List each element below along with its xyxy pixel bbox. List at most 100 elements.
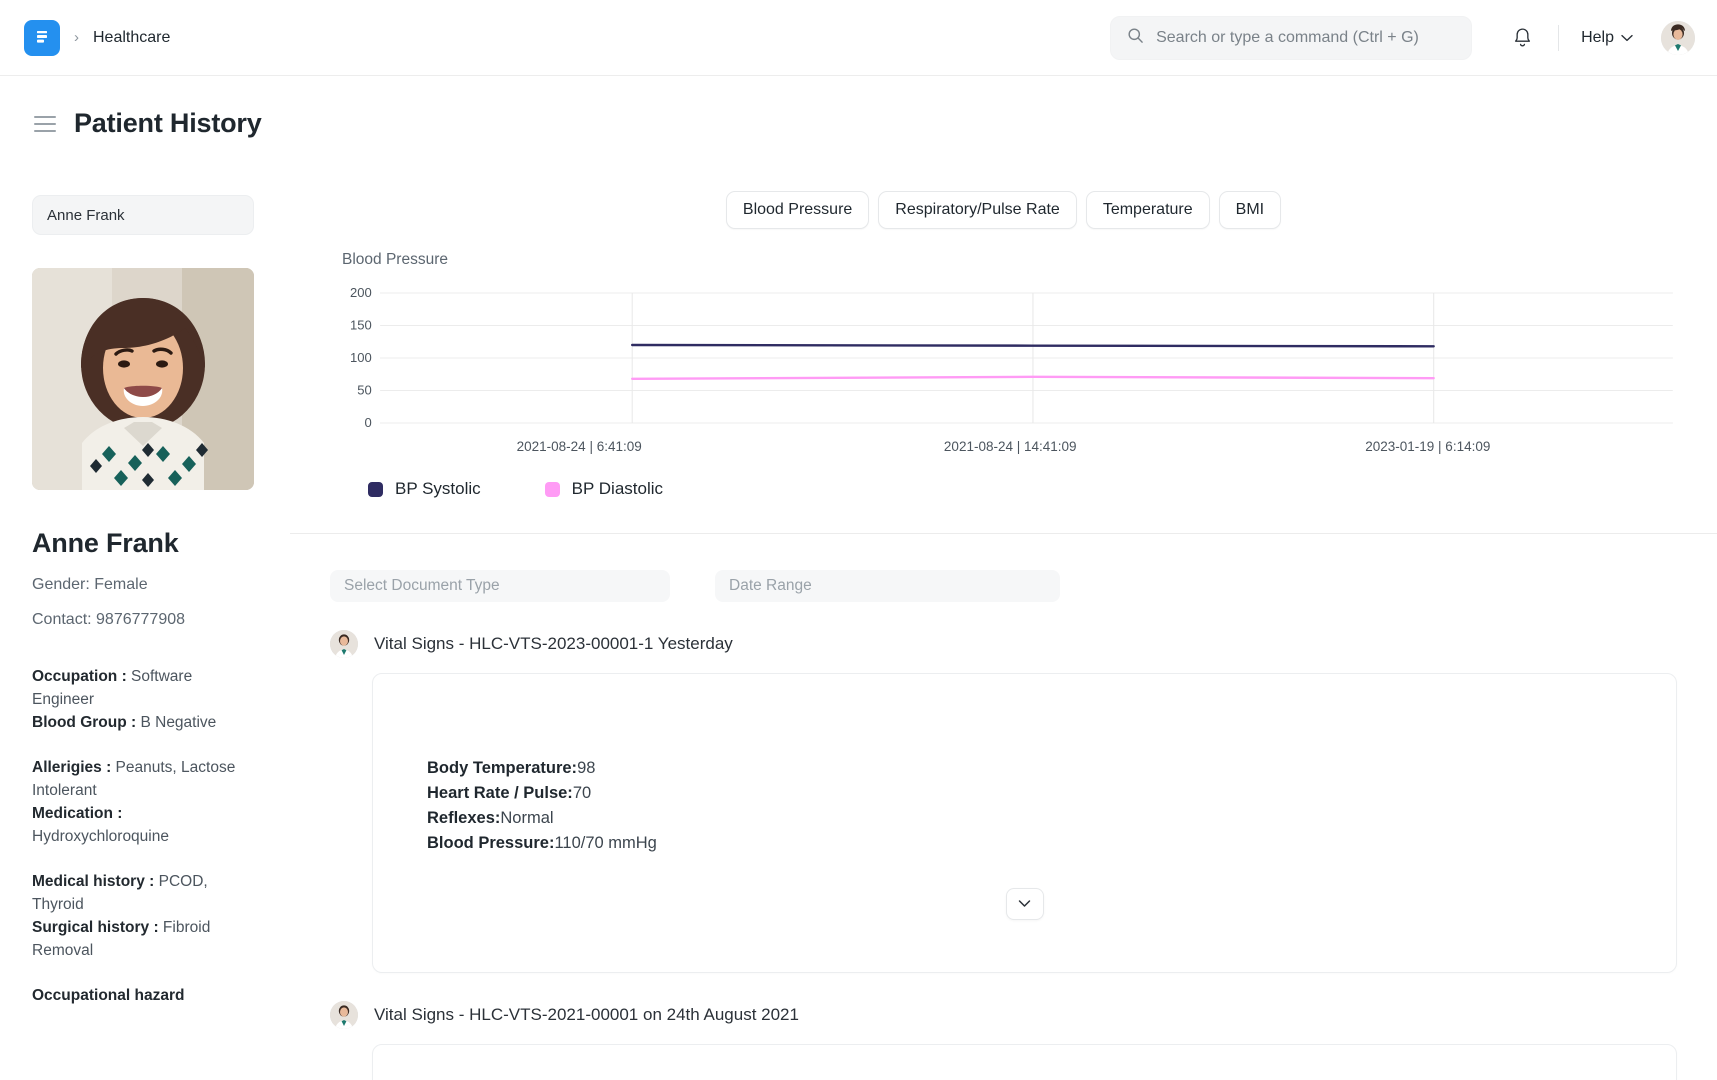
- vital-blood-pressure: Blood Pressure:110/70 mmHg: [427, 831, 1676, 856]
- patient-gender: Gender: Female: [32, 576, 290, 594]
- help-label: Help: [1581, 29, 1614, 47]
- vital-reflexes: Reflexes:Normal: [427, 806, 1676, 831]
- navbar-divider: [1558, 25, 1559, 51]
- vital-reflexes-value: Normal: [500, 809, 553, 827]
- patient-detail-group-1: Occupation : Software Engineer Blood Gro…: [32, 665, 290, 734]
- svg-text:0: 0: [365, 415, 372, 430]
- detail-medication-value: Hydroxychloroquine: [32, 828, 169, 845]
- detail-medication: Medication : Hydroxychloroquine: [32, 802, 247, 848]
- practitioner-avatar: [330, 1001, 358, 1029]
- detail-occupation-label: Occupation :: [32, 668, 127, 685]
- detail-occupational-hazard-label: Occupational hazard: [32, 987, 184, 1004]
- vital-heart-rate-value: 70: [573, 784, 591, 802]
- expand-record-button-1[interactable]: [1006, 888, 1044, 920]
- blood-pressure-chart: 200 150 100 50 0: [330, 287, 1677, 437]
- tab-blood-pressure[interactable]: Blood Pressure: [726, 191, 869, 229]
- vitals-list-1: Body Temperature:98 Heart Rate / Pulse:7…: [373, 674, 1676, 856]
- breadcrumb-healthcare[interactable]: Healthcare: [93, 29, 170, 47]
- vital-blood-pressure-value: 110/70 mmHg: [554, 834, 656, 852]
- detail-allergies: Allerigies : Peanuts, Lactose Intolerant: [32, 756, 247, 802]
- patient-photo: [32, 268, 254, 490]
- vital-heart-rate: Heart Rate / Pulse:70: [427, 781, 1676, 806]
- tab-respiratory-pulse-rate[interactable]: Respiratory/Pulse Rate: [878, 191, 1077, 229]
- svg-text:100: 100: [350, 350, 372, 365]
- search-icon: [1127, 27, 1144, 49]
- legend-item-systolic[interactable]: BP Systolic: [368, 479, 481, 499]
- legend-label-systolic: BP Systolic: [395, 479, 481, 499]
- chart-svg: 200 150 100 50 0: [330, 287, 1677, 437]
- chevron-down-icon: [1018, 895, 1031, 913]
- bell-icon[interactable]: [1502, 18, 1542, 58]
- vital-body-temperature: Body Temperature:98: [427, 756, 1676, 781]
- brand-breadcrumb: › Healthcare: [24, 20, 170, 56]
- chart-legend: BP Systolic BP Diastolic: [368, 479, 1677, 499]
- patient-detail-group-3: Medical history : PCOD, Thyroid Surgical…: [32, 870, 290, 962]
- breadcrumb-separator: ›: [72, 30, 81, 45]
- detail-medical-history-label: Medical history :: [32, 873, 154, 890]
- svg-text:150: 150: [350, 318, 372, 333]
- vitals-chart-section: Blood Pressure Respiratory/Pulse Rate Te…: [290, 161, 1717, 534]
- date-range-input[interactable]: Date Range: [715, 570, 1060, 602]
- detail-surgical-history-label: Surgical history :: [32, 919, 159, 936]
- vital-body-temperature-label: Body Temperature:: [427, 759, 577, 777]
- document-type-placeholder: Select Document Type: [344, 577, 500, 595]
- vital-blood-pressure-label: Blood Pressure:: [427, 834, 554, 852]
- tab-bmi[interactable]: BMI: [1219, 191, 1281, 229]
- document-type-select[interactable]: Select Document Type: [330, 570, 670, 602]
- detail-allergies-label: Allerigies :: [32, 759, 111, 776]
- vitals-tab-bar: Blood Pressure Respiratory/Pulse Rate Te…: [330, 191, 1677, 229]
- legend-label-diastolic: BP Diastolic: [572, 479, 663, 499]
- detail-surgical-history: Surgical history : Fibroid Removal: [32, 916, 247, 962]
- svg-text:50: 50: [357, 383, 372, 398]
- detail-medication-label: Medication :: [32, 805, 122, 822]
- record-filters: Select Document Type Date Range: [290, 534, 1717, 602]
- vital-heart-rate-label: Heart Rate / Pulse:: [427, 784, 573, 802]
- detail-blood-group-label: Blood Group :: [32, 714, 136, 731]
- search-placeholder-text: Search or type a command (Ctrl + G): [1156, 29, 1419, 47]
- detail-blood-group-value: B Negative: [136, 714, 216, 731]
- patient-detail-group-4: Occupational hazard: [32, 984, 290, 1007]
- record-card-1: Body Temperature:98 Heart Rate / Pulse:7…: [372, 673, 1677, 973]
- record-card-2: [372, 1044, 1677, 1080]
- legend-item-diastolic[interactable]: BP Diastolic: [545, 479, 663, 499]
- legend-swatch-diastolic: [545, 482, 560, 497]
- navbar-right-group: Search or type a command (Ctrl + G) Help: [1110, 16, 1695, 60]
- detail-occupational-hazard: Occupational hazard: [32, 984, 247, 1007]
- svg-text:200: 200: [350, 287, 372, 300]
- tab-temperature[interactable]: Temperature: [1086, 191, 1210, 229]
- vital-body-temperature-value: 98: [577, 759, 595, 777]
- x-tick-2: 2023-01-19 | 6:14:09: [1365, 439, 1490, 454]
- x-tick-1: 2021-08-24 | 14:41:09: [944, 439, 1077, 454]
- avatar[interactable]: [1661, 21, 1695, 55]
- date-range-placeholder: Date Range: [729, 577, 812, 595]
- record-title-2: Vital Signs - HLC-VTS-2021-00001 on 24th…: [374, 1005, 799, 1025]
- record-header-1[interactable]: Vital Signs - HLC-VTS-2023-00001-1 Yeste…: [330, 630, 1677, 658]
- vital-reflexes-label: Reflexes:: [427, 809, 500, 827]
- record-header-2[interactable]: Vital Signs - HLC-VTS-2021-00001 on 24th…: [330, 1001, 1677, 1029]
- hamburger-menu-icon[interactable]: [34, 116, 56, 132]
- detail-blood-group: Blood Group : B Negative: [32, 711, 247, 734]
- erpnext-logo-icon[interactable]: [24, 20, 60, 56]
- chart-x-axis-labels: 2021-08-24 | 6:41:09 2021-08-24 | 14:41:…: [330, 439, 1677, 461]
- record-item-2: Vital Signs - HLC-VTS-2021-00001 on 24th…: [330, 1001, 1677, 1080]
- detail-medical-history: Medical history : PCOD, Thyroid: [32, 870, 247, 916]
- page-header: Patient History: [0, 76, 1717, 139]
- record-item-1: Vital Signs - HLC-VTS-2023-00001-1 Yeste…: [330, 630, 1677, 973]
- chevron-down-icon: [1621, 29, 1633, 47]
- patient-select-input[interactable]: Anne Frank: [32, 195, 254, 235]
- main-content: Blood Pressure Respiratory/Pulse Rate Te…: [290, 139, 1717, 1080]
- search-input[interactable]: Search or type a command (Ctrl + G): [1110, 16, 1472, 60]
- record-title-1: Vital Signs - HLC-VTS-2023-00001-1 Yeste…: [374, 634, 733, 654]
- detail-occupation: Occupation : Software Engineer: [32, 665, 247, 711]
- top-navbar: › Healthcare Search or type a command (C…: [0, 0, 1717, 76]
- legend-swatch-systolic: [368, 482, 383, 497]
- patient-select-value: Anne Frank: [47, 207, 125, 224]
- patient-name: Anne Frank: [32, 528, 290, 559]
- x-tick-0: 2021-08-24 | 6:41:09: [517, 439, 642, 454]
- patient-sidebar: Anne Frank: [0, 139, 290, 1007]
- page-title: Patient History: [74, 108, 262, 139]
- patient-records-list: Vital Signs - HLC-VTS-2023-00001-1 Yeste…: [290, 602, 1717, 1080]
- help-dropdown[interactable]: Help: [1575, 23, 1639, 53]
- practitioner-avatar: [330, 630, 358, 658]
- page-body: Anne Frank: [0, 139, 1717, 1080]
